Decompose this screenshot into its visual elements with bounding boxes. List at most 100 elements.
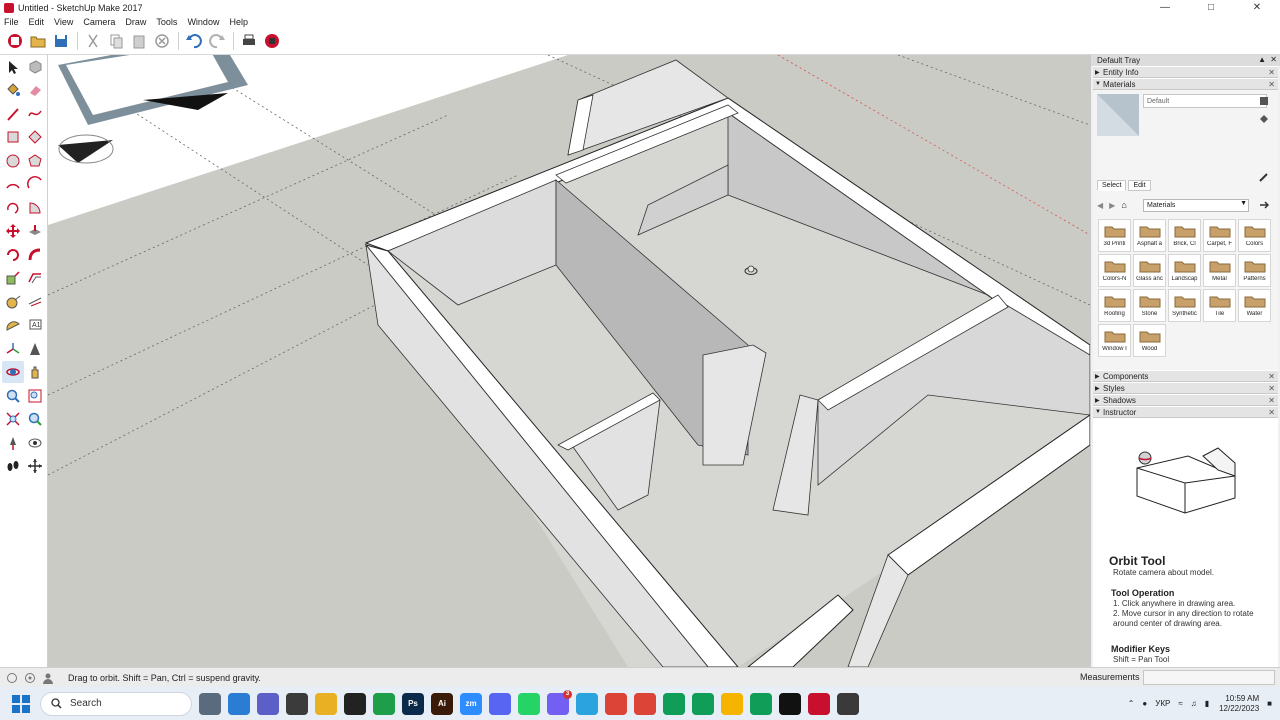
windows-start-icon[interactable] xyxy=(12,694,30,713)
panel-shadows[interactable]: ▶ Shadows ✕ xyxy=(1093,394,1278,406)
material-folder[interactable]: 3d Printi xyxy=(1098,219,1131,252)
material-folder[interactable]: Colors-N xyxy=(1098,254,1131,287)
sketchup-icon[interactable] xyxy=(808,692,830,715)
model-info-icon[interactable] xyxy=(261,30,283,52)
tab-edit[interactable]: Edit xyxy=(1128,180,1151,191)
chrome-icon-6[interactable] xyxy=(750,692,772,715)
telegram-icon[interactable] xyxy=(576,692,598,715)
material-folder[interactable]: Brick, Cl xyxy=(1168,219,1201,252)
panel-instructor[interactable]: ▼ Instructor ✕ xyxy=(1093,406,1278,418)
wifi-icon[interactable]: ≈ xyxy=(1178,699,1182,708)
select-icon[interactable] xyxy=(2,56,24,78)
chrome-icon-5[interactable] xyxy=(721,692,743,715)
material-folder[interactable]: Patterns xyxy=(1238,254,1271,287)
taskbar-search[interactable]: Search xyxy=(40,691,192,716)
menu-edit[interactable]: Edit xyxy=(29,17,45,27)
pycharm-icon[interactable] xyxy=(373,692,395,715)
material-folder[interactable]: Roofing xyxy=(1098,289,1131,322)
capcut-icon[interactable] xyxy=(344,692,366,715)
text-icon[interactable]: A1 xyxy=(24,314,46,336)
notifications-icon[interactable]: ■ xyxy=(1267,699,1272,708)
undo-icon[interactable] xyxy=(183,30,205,52)
paint-bucket-icon[interactable] xyxy=(2,79,24,101)
menu-window[interactable]: Window xyxy=(187,17,219,27)
axes-icon[interactable] xyxy=(2,338,24,360)
clock[interactable]: 10:59 AM 12/22/2023 xyxy=(1219,694,1259,714)
circle-icon[interactable] xyxy=(2,150,24,172)
tab-select[interactable]: Select xyxy=(1097,180,1127,191)
material-folder[interactable]: Synthetic xyxy=(1168,289,1201,322)
menu-tools[interactable]: Tools xyxy=(156,17,177,27)
panel-materials[interactable]: ▼ Materials ✕ xyxy=(1093,78,1278,90)
close-icon[interactable]: ✕ xyxy=(1268,396,1275,405)
material-name-field[interactable]: Default xyxy=(1143,94,1267,108)
photoshop-icon[interactable]: Ps xyxy=(402,692,424,715)
minimize-icon[interactable]: — xyxy=(1142,0,1188,15)
pin-icon[interactable]: ▲ xyxy=(1258,55,1266,64)
push-pull-icon[interactable] xyxy=(24,220,46,242)
cut-icon[interactable] xyxy=(82,30,104,52)
offset-icon[interactable] xyxy=(24,267,46,289)
chrome-icon-3[interactable] xyxy=(663,692,685,715)
file-explorer-icon[interactable] xyxy=(315,692,337,715)
geo-location-icon[interactable] xyxy=(6,672,18,684)
material-folder[interactable]: Window I xyxy=(1098,324,1131,357)
tape-measure-icon[interactable] xyxy=(2,291,24,313)
polygon-icon[interactable] xyxy=(24,150,46,172)
whatsapp-icon[interactable] xyxy=(518,692,540,715)
previous-view-icon[interactable] xyxy=(24,408,46,430)
zoom-icon[interactable] xyxy=(2,385,24,407)
walk-icon[interactable] xyxy=(2,455,24,477)
measurements-input[interactable] xyxy=(1143,670,1275,685)
pie-icon[interactable] xyxy=(24,197,46,219)
close-icon[interactable]: ✕ xyxy=(1268,80,1275,89)
rotate-icon[interactable] xyxy=(2,244,24,266)
model-canvas[interactable] xyxy=(48,55,1090,667)
battery-icon[interactable]: ▮ xyxy=(1205,699,1209,708)
maximize-icon[interactable]: □ xyxy=(1188,0,1234,15)
zoom-window-icon[interactable] xyxy=(24,385,46,407)
rectangle-icon[interactable] xyxy=(2,126,24,148)
close-icon[interactable]: ✕ xyxy=(1234,0,1280,15)
close-icon[interactable]: ✕ xyxy=(1270,55,1277,64)
copy-icon[interactable] xyxy=(105,30,127,52)
paste-icon[interactable] xyxy=(128,30,150,52)
menu-draw[interactable]: Draw xyxy=(125,17,146,27)
calculator-icon[interactable] xyxy=(286,692,308,715)
close-icon[interactable]: ✕ xyxy=(1268,68,1275,77)
protractor-icon[interactable] xyxy=(2,314,24,336)
eraser-icon[interactable] xyxy=(24,79,46,101)
section-plane-icon[interactable] xyxy=(24,455,46,477)
home-icon[interactable]: ⌂ xyxy=(1121,200,1126,210)
look-around-icon[interactable] xyxy=(24,432,46,454)
chrome-icon-4[interactable] xyxy=(692,692,714,715)
drawing-area[interactable] xyxy=(48,55,1090,667)
task-view-icon[interactable] xyxy=(199,692,221,715)
forward-arrow-icon[interactable]: ▶ xyxy=(1109,201,1115,210)
redo-icon[interactable] xyxy=(206,30,228,52)
follow-me-icon[interactable] xyxy=(24,244,46,266)
three-point-arc-icon[interactable] xyxy=(2,197,24,219)
close-icon[interactable]: ✕ xyxy=(1268,408,1275,417)
3d-text-icon[interactable] xyxy=(24,338,46,360)
material-folder[interactable]: Water xyxy=(1238,289,1271,322)
material-folder[interactable]: Asphalt a xyxy=(1133,219,1166,252)
menu-view[interactable]: View xyxy=(54,17,73,27)
move-icon[interactable] xyxy=(2,220,24,242)
volume-icon[interactable]: ♫ xyxy=(1191,699,1197,708)
material-folder[interactable]: Colors xyxy=(1238,219,1271,252)
back-arrow-icon[interactable]: ◀ xyxy=(1097,201,1103,210)
position-camera-icon[interactable] xyxy=(2,432,24,454)
zoom-icon[interactable]: zm xyxy=(460,692,482,715)
microphone-icon[interactable]: ● xyxy=(1142,699,1147,708)
credits-icon[interactable] xyxy=(24,672,36,684)
user-icon[interactable] xyxy=(42,672,54,684)
material-folder[interactable]: Wood xyxy=(1133,324,1166,357)
record-icon[interactable] xyxy=(779,692,801,715)
teams-icon[interactable] xyxy=(257,692,279,715)
menu-file[interactable]: File xyxy=(4,17,19,27)
chrome-icon[interactable] xyxy=(605,692,627,715)
material-folder[interactable]: Landscap xyxy=(1168,254,1201,287)
close-icon[interactable]: ✕ xyxy=(1268,372,1275,381)
chrome-icon-2[interactable] xyxy=(634,692,656,715)
